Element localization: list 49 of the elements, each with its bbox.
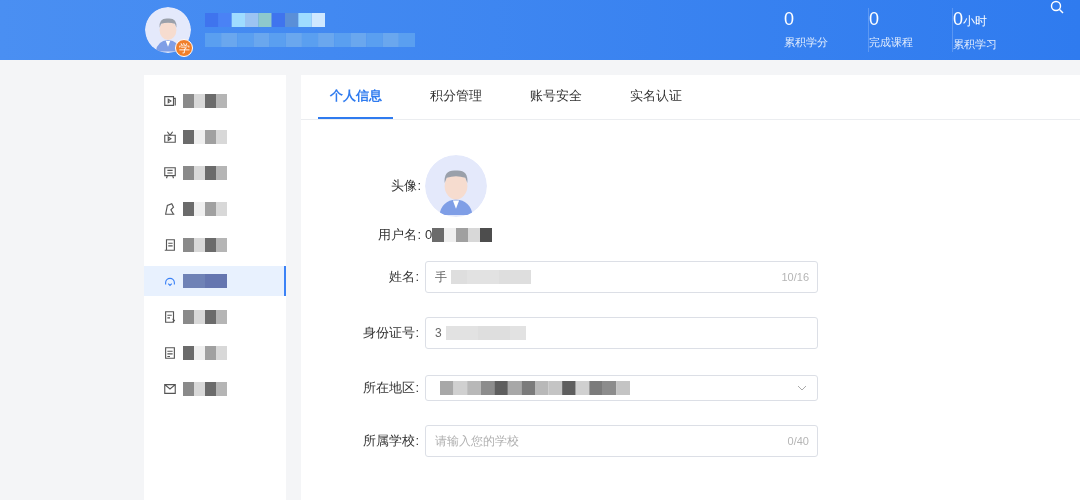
sidebar-item[interactable] [144,266,286,296]
stat-label: 完成课程 [869,34,914,50]
menu-icon [163,94,177,108]
field-value: 手 [435,269,447,286]
pixelated-text-drawing [183,274,227,288]
input-field[interactable]: 手 10/16 [425,261,818,293]
field-label: 头像: [390,177,422,196]
input-field[interactable]: 3 [425,317,818,349]
pixelated-text-drawing [183,238,227,252]
menu-icon [163,310,177,324]
field-label: 所属学校: [362,432,420,451]
username-value: 0 [425,226,433,245]
stat-label: 累积学分 [784,34,829,50]
stat-value: 0小时 [953,7,988,31]
pixelated-text-drawing [183,94,227,108]
field-label: 用户名: [377,226,422,245]
pixelated-text-drawing [183,382,227,396]
avatar-icon [425,155,487,217]
pixelated-text-drawing [183,130,227,144]
search-icon[interactable] [1050,0,1064,14]
region-select[interactable] [425,375,818,401]
stat-value: 0 [869,7,880,30]
menu-icon [163,166,177,180]
stat-value: 0 [784,7,795,30]
field-label: 身份证号: [362,324,420,343]
menu-icon [163,382,177,396]
char-counter: 10/16 [781,269,809,285]
tab[interactable]: 账号安全 [518,75,593,119]
tab[interactable]: 积分管理 [418,75,493,119]
pixelated-text-drawing [183,310,227,324]
pixelated-text-drawing [183,202,227,216]
char-counter: 0/40 [787,433,809,449]
field-label: 姓名: [388,268,420,287]
menu-icon [163,202,177,216]
student-badge: 学 [175,39,193,57]
pixelated-text-drawing [432,228,493,242]
stat-label: 累积学习 [953,36,998,52]
school-input[interactable]: 请输入您的学校 [435,432,784,450]
menu-icon [163,346,177,360]
field-value: 3 [435,325,442,342]
menu-icon [163,238,177,252]
chevron-down-icon [797,385,807,391]
pixelated-text-drawing [183,166,227,180]
avatar-icon [145,7,191,53]
pixelated-text-drawing [183,346,227,360]
tab[interactable]: 个人信息 [318,75,393,119]
menu-icon [163,130,177,144]
field-label: 所在地区: [362,379,420,398]
tab[interactable]: 实名认证 [618,75,693,119]
